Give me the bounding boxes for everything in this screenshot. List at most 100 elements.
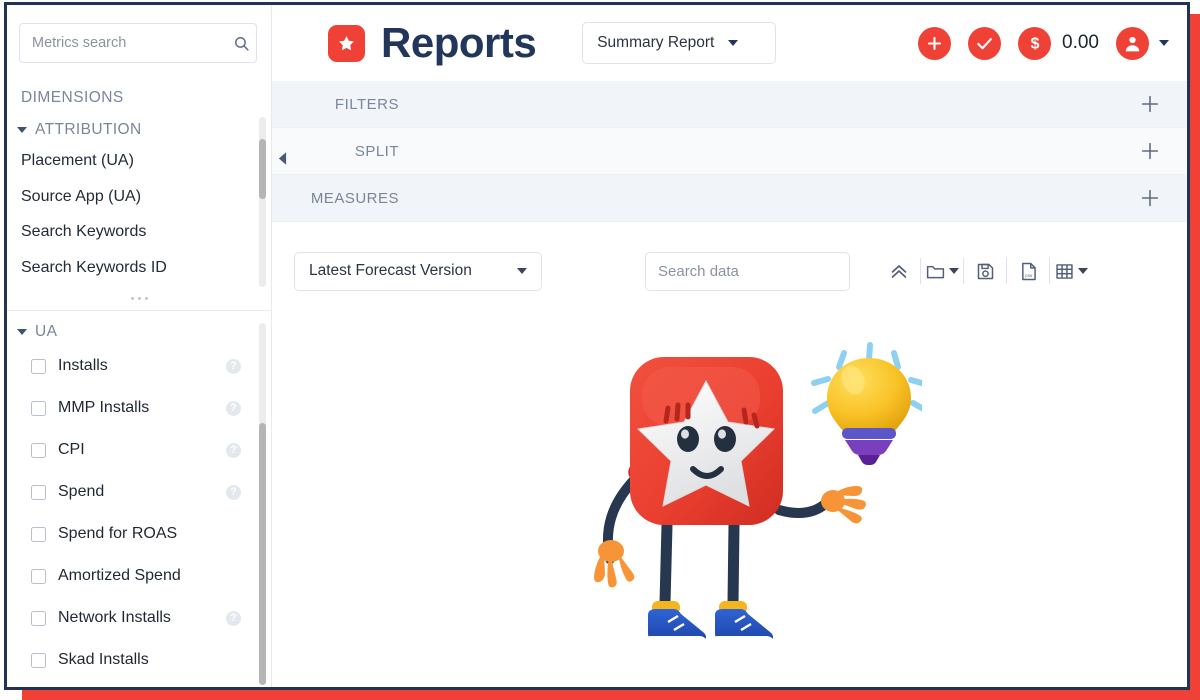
checkbox[interactable] <box>31 526 46 542</box>
checkbox[interactable] <box>31 358 46 374</box>
list-item-label: Installs <box>58 357 108 374</box>
export-csv-button[interactable]: csv <box>1007 254 1049 288</box>
dimensions-scrollbar[interactable] <box>259 117 266 287</box>
grip-dot-icon <box>137 297 141 300</box>
help-icon[interactable]: ? <box>226 484 241 500</box>
dimensions-section-title: DIMENSIONS <box>21 89 124 106</box>
folder-icon <box>926 265 945 278</box>
list-item[interactable]: Placement (UA) <box>7 143 271 179</box>
sidebar-collapse-button[interactable] <box>275 147 289 169</box>
split-panel-label: SPLIT <box>354 142 399 160</box>
checkbox[interactable] <box>31 652 46 668</box>
list-item[interactable]: Installs ? <box>7 345 271 387</box>
measure-group-ua[interactable]: UA <box>7 315 271 345</box>
checkbox[interactable] <box>31 484 46 500</box>
checkbox[interactable] <box>31 400 46 416</box>
checkbox[interactable] <box>31 442 46 458</box>
list-item[interactable]: CPI ? <box>7 429 271 471</box>
star-mascot-with-lightbulb-illustration <box>582 335 930 687</box>
add-filter-button[interactable] <box>1138 92 1162 116</box>
csv-file-icon: csv <box>1021 262 1036 280</box>
add-split-button[interactable] <box>1138 139 1162 163</box>
list-item[interactable]: Source App (UA) <box>7 179 271 215</box>
list-item[interactable]: Spend for ROAS <box>7 513 271 555</box>
data-search-box[interactable] <box>645 251 850 291</box>
user-avatar-icon[interactable] <box>1116 26 1149 60</box>
search-icon[interactable] <box>227 24 256 62</box>
list-item[interactable]: Amortized Spend <box>7 555 271 597</box>
query-panels: FILTERS SPLIT MEASURES <box>272 81 1187 222</box>
app-header: Reports Summary Report $ 0.00 <box>272 5 1187 81</box>
list-item[interactable]: Network Installs ? <box>7 597 271 639</box>
report-type-select[interactable]: Summary Report <box>582 22 777 64</box>
metrics-search-input[interactable] <box>20 35 227 51</box>
svg-text:csv: csv <box>1025 274 1033 279</box>
header-actions: $ 0.00 <box>918 26 1187 60</box>
list-item[interactable]: MMP Installs ? <box>7 387 271 429</box>
chevron-down-icon <box>949 268 959 274</box>
chevron-down-icon <box>1078 268 1088 274</box>
user-menu[interactable] <box>1116 26 1169 60</box>
help-icon[interactable]: ? <box>226 610 241 626</box>
list-item-label: CPI <box>58 441 85 458</box>
data-toolbar: Latest Forecast Version Search data csv <box>272 229 1187 313</box>
table-grid-icon <box>1056 263 1073 279</box>
checkbox[interactable] <box>31 610 46 626</box>
measures-scrollbar[interactable] <box>259 323 266 685</box>
search-input[interactable] <box>646 262 849 280</box>
chevron-down-icon <box>17 127 27 133</box>
chevron-left-icon <box>278 151 286 165</box>
list-item[interactable]: Search Keywords <box>7 214 271 250</box>
main-content: Reports Summary Report $ 0.00 FILTERS SP… <box>272 5 1187 687</box>
dimension-group-label: ATTRIBUTION <box>35 121 142 138</box>
save-button[interactable] <box>964 254 1006 288</box>
list-item-label: Skad Installs <box>58 651 149 668</box>
chevron-down-icon <box>1159 40 1169 46</box>
sidebar-splitter-handle[interactable] <box>7 287 271 311</box>
plus-icon <box>1141 189 1159 207</box>
list-item[interactable]: Search Keywords ID <box>7 250 271 286</box>
list-item[interactable]: Skad Installs <box>7 639 271 681</box>
split-panel-row[interactable]: SPLIT <box>272 128 1187 175</box>
help-icon[interactable]: ? <box>226 358 241 374</box>
filters-panel-row[interactable]: FILTERS <box>272 81 1187 128</box>
measures-list: UA Installs ? MMP Installs ? CPI ? Spend… <box>7 315 271 687</box>
chevron-down-icon <box>517 268 527 274</box>
svg-text:$: $ <box>1030 35 1039 52</box>
star-logo-icon[interactable] <box>328 24 365 62</box>
double-chevron-up-icon <box>891 265 907 278</box>
plus-icon <box>1141 142 1159 160</box>
folder-button[interactable] <box>921 254 963 288</box>
balance-button[interactable]: $ <box>1018 26 1052 60</box>
measure-group-label: UA <box>35 323 58 340</box>
help-icon[interactable]: ? <box>226 400 241 416</box>
add-button[interactable] <box>918 26 952 60</box>
add-measure-button[interactable] <box>1138 186 1162 210</box>
app-window: DIMENSIONS ATTRIBUTION Placement (UA) So… <box>4 2 1190 690</box>
metrics-search-box[interactable] <box>19 23 257 63</box>
dollar-icon: $ <box>1030 35 1039 52</box>
approve-button[interactable] <box>968 26 1002 60</box>
forecast-version-select[interactable]: Latest Forecast Version <box>294 251 542 291</box>
checkbox[interactable] <box>31 568 46 584</box>
chevron-down-icon <box>728 40 739 46</box>
list-item[interactable]: Spend ? <box>7 471 271 513</box>
dimension-group-attribution[interactable]: ATTRIBUTION <box>7 117 271 143</box>
avatar <box>1125 36 1140 51</box>
report-type-value: Summary Report <box>597 34 715 51</box>
measures-panel-label: MEASURES <box>310 189 399 207</box>
balance-amount: 0.00 <box>1062 32 1099 53</box>
page-title: Reports <box>381 19 537 66</box>
collapse-all-button[interactable] <box>878 254 920 288</box>
list-item-label: Spend for ROAS <box>58 525 178 542</box>
filters-panel-label: FILTERS <box>334 95 399 113</box>
table-view-button[interactable] <box>1050 254 1092 288</box>
grip-dot-icon <box>130 297 134 300</box>
grip-dot-icon <box>144 297 148 300</box>
list-item-label: Network Installs <box>58 609 171 626</box>
floppy-disk-icon <box>977 263 993 279</box>
forecast-version-value: Latest Forecast Version <box>309 262 472 279</box>
metrics-sidebar: DIMENSIONS ATTRIBUTION Placement (UA) So… <box>7 5 272 687</box>
measures-panel-row[interactable]: MEASURES <box>272 175 1187 222</box>
help-icon[interactable]: ? <box>226 442 241 458</box>
